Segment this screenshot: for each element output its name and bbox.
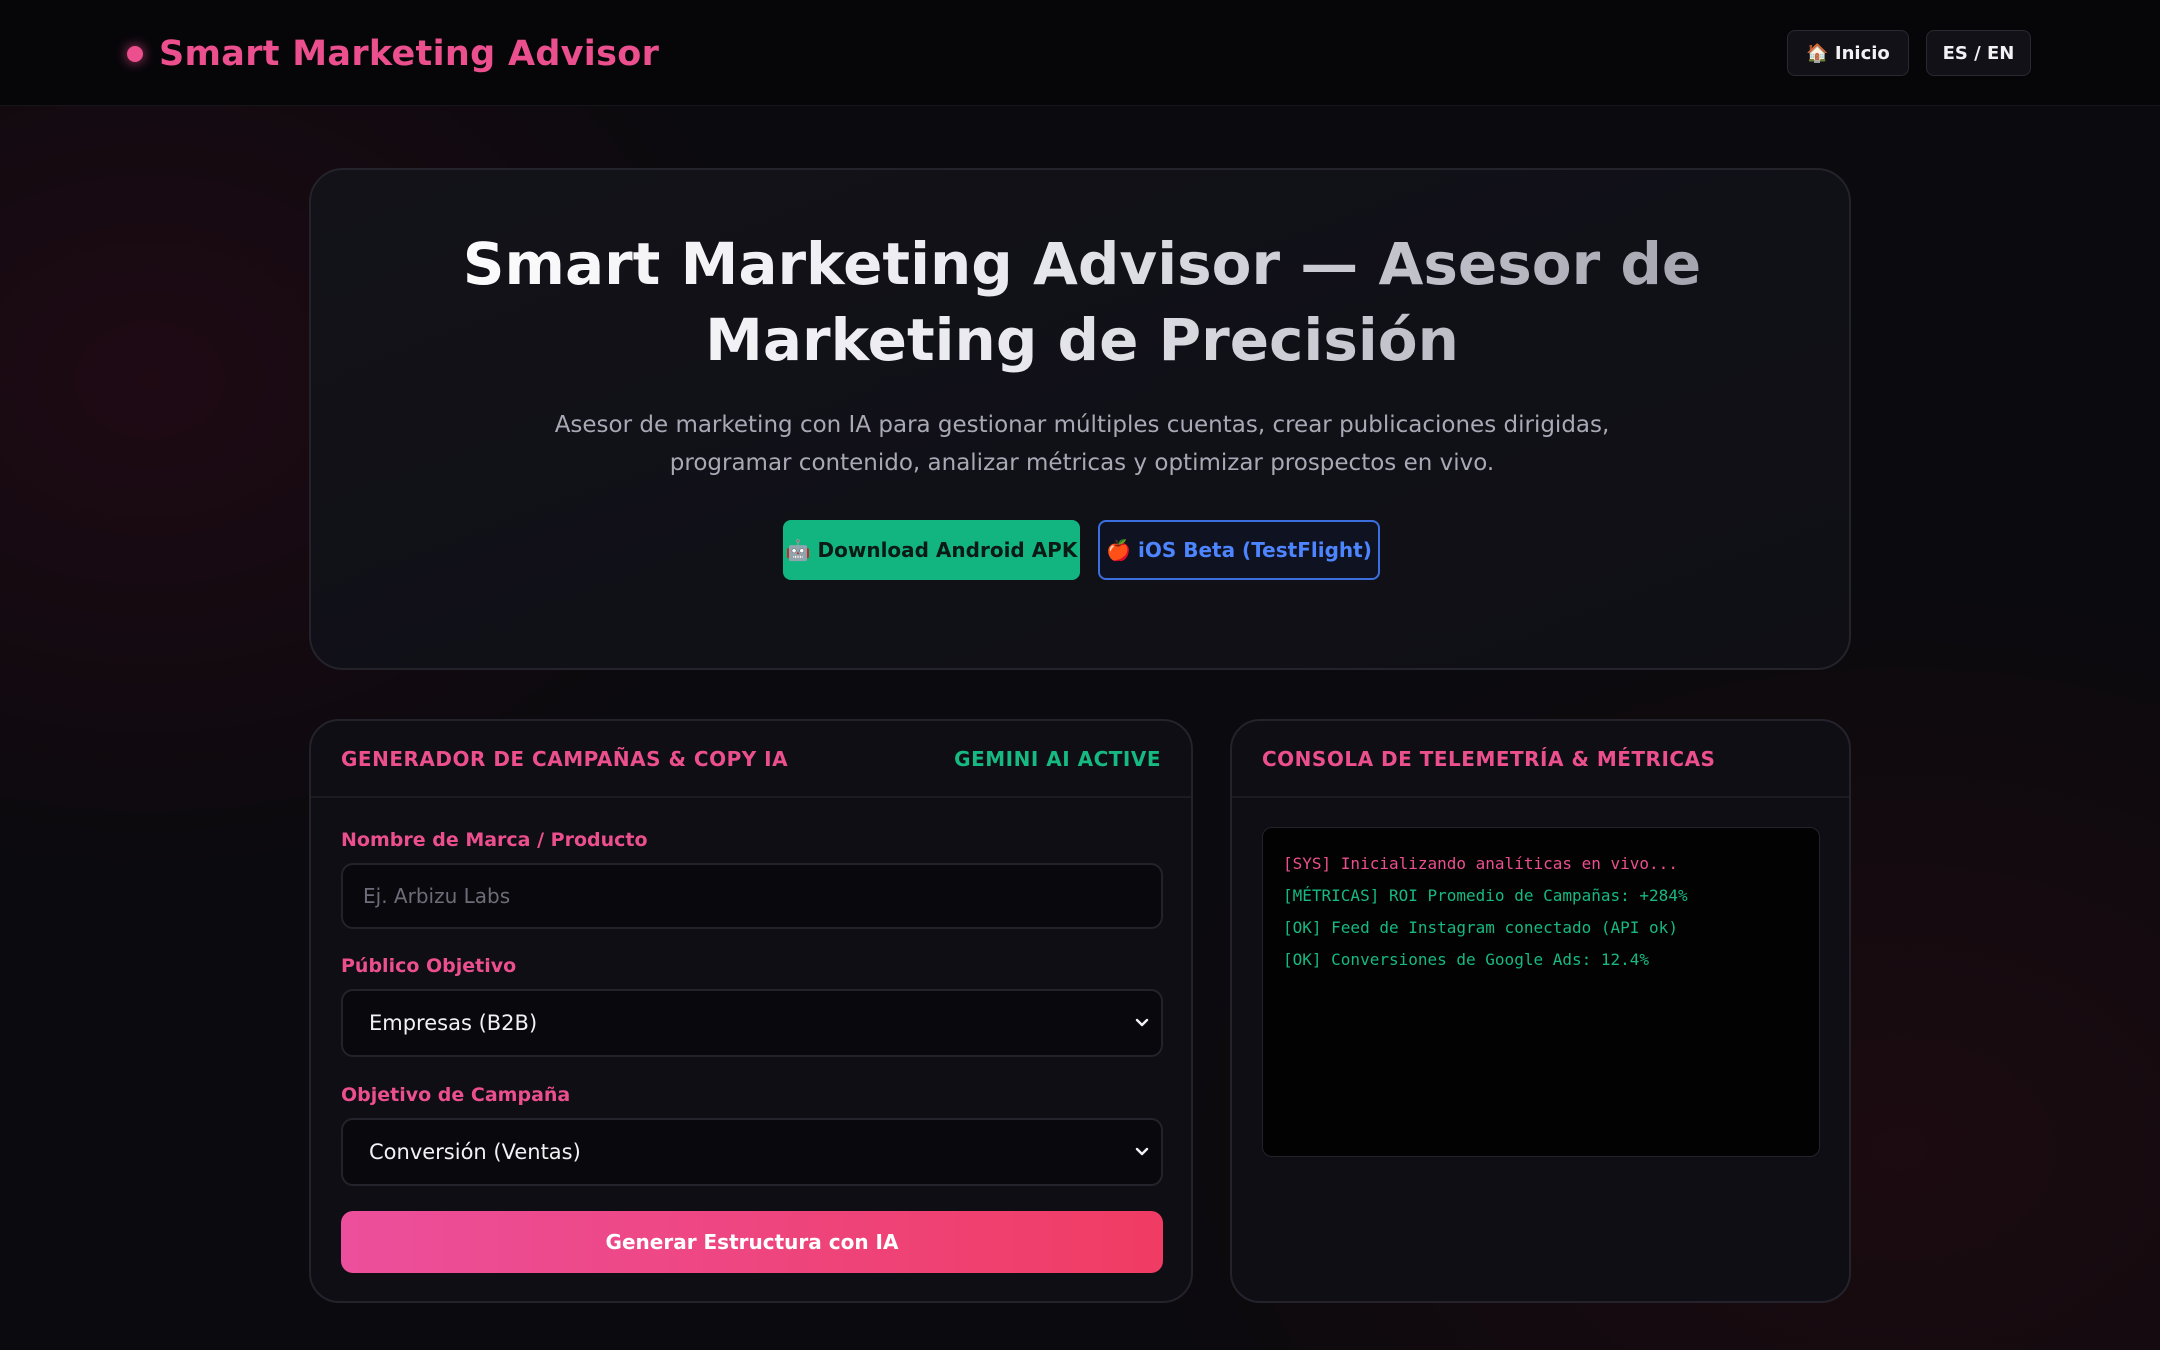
generator-title: GENERADOR DE CAMPAÑAS & COPY IA	[341, 747, 789, 771]
audience-selected-value: Empresas (B2B)	[369, 1011, 538, 1035]
brand-input-placeholder: Ej. Arbizu Labs	[363, 884, 511, 908]
hero-title: Smart Marketing Advisor — Asesor de Mark…	[351, 226, 1813, 378]
hero-subtitle: Asesor de marketing con IA para gestiona…	[554, 412, 1610, 476]
campaign-goal-select[interactable]: Conversión (Ventas)	[341, 1118, 1163, 1186]
campaign-generator-panel: GENERADOR DE CAMPAÑAS & COPY IA GEMINI A…	[309, 719, 1193, 1303]
top-navbar: Smart Marketing Advisor 🏠 Inicio ES / EN	[0, 0, 2160, 106]
brand-name: Smart Marketing Advisor	[159, 34, 660, 74]
ios-beta-button[interactable]: 🍎 iOS Beta (TestFlight)	[1098, 520, 1380, 580]
brand-dot-icon	[127, 46, 143, 62]
hero-card: Smart Marketing Advisor — Asesor de Mark…	[309, 168, 1851, 670]
chevron-down-icon	[1135, 1018, 1149, 1027]
console-line: [SYS] Inicializando analíticas en vivo..…	[1283, 854, 1678, 873]
telemetry-console-panel: CONSOLA DE TELEMETRÍA & MÉTRICAS [SYS] I…	[1230, 719, 1851, 1303]
console-line: [MÉTRICAS] ROI Promedio de Campañas: +28…	[1283, 886, 1688, 905]
audience-field-label: Público Objetivo	[341, 955, 517, 977]
download-android-button[interactable]: 🤖 Download Android APK	[783, 520, 1080, 580]
brand-logo[interactable]: Smart Marketing Advisor	[127, 30, 659, 78]
language-toggle-button[interactable]: ES / EN	[1926, 30, 2031, 76]
goal-selected-value: Conversión (Ventas)	[369, 1140, 581, 1164]
console-title: CONSOLA DE TELEMETRÍA & MÉTRICAS	[1262, 747, 1716, 771]
telemetry-console: [SYS] Inicializando analíticas en vivo..…	[1262, 827, 1820, 1157]
generate-structure-button[interactable]: Generar Estructura con IA	[341, 1211, 1163, 1273]
console-panel-header: CONSOLA DE TELEMETRÍA & MÉTRICAS	[1232, 721, 1849, 798]
brand-name-input[interactable]: Ej. Arbizu Labs	[341, 863, 1163, 929]
chevron-down-icon	[1135, 1147, 1149, 1156]
home-button[interactable]: 🏠 Inicio	[1787, 30, 1909, 76]
brand-field-label: Nombre de Marca / Producto	[341, 829, 648, 851]
ai-status-badge: GEMINI AI ACTIVE	[954, 747, 1161, 771]
console-line: [OK] Conversiones de Google Ads: 12.4%	[1283, 950, 1650, 969]
audience-select[interactable]: Empresas (B2B)	[341, 989, 1163, 1057]
goal-field-label: Objetivo de Campaña	[341, 1084, 571, 1106]
console-line: [OK] Feed de Instagram conectado (API ok…	[1283, 918, 1678, 937]
generator-panel-header: GENERADOR DE CAMPAÑAS & COPY IA GEMINI A…	[311, 721, 1191, 798]
